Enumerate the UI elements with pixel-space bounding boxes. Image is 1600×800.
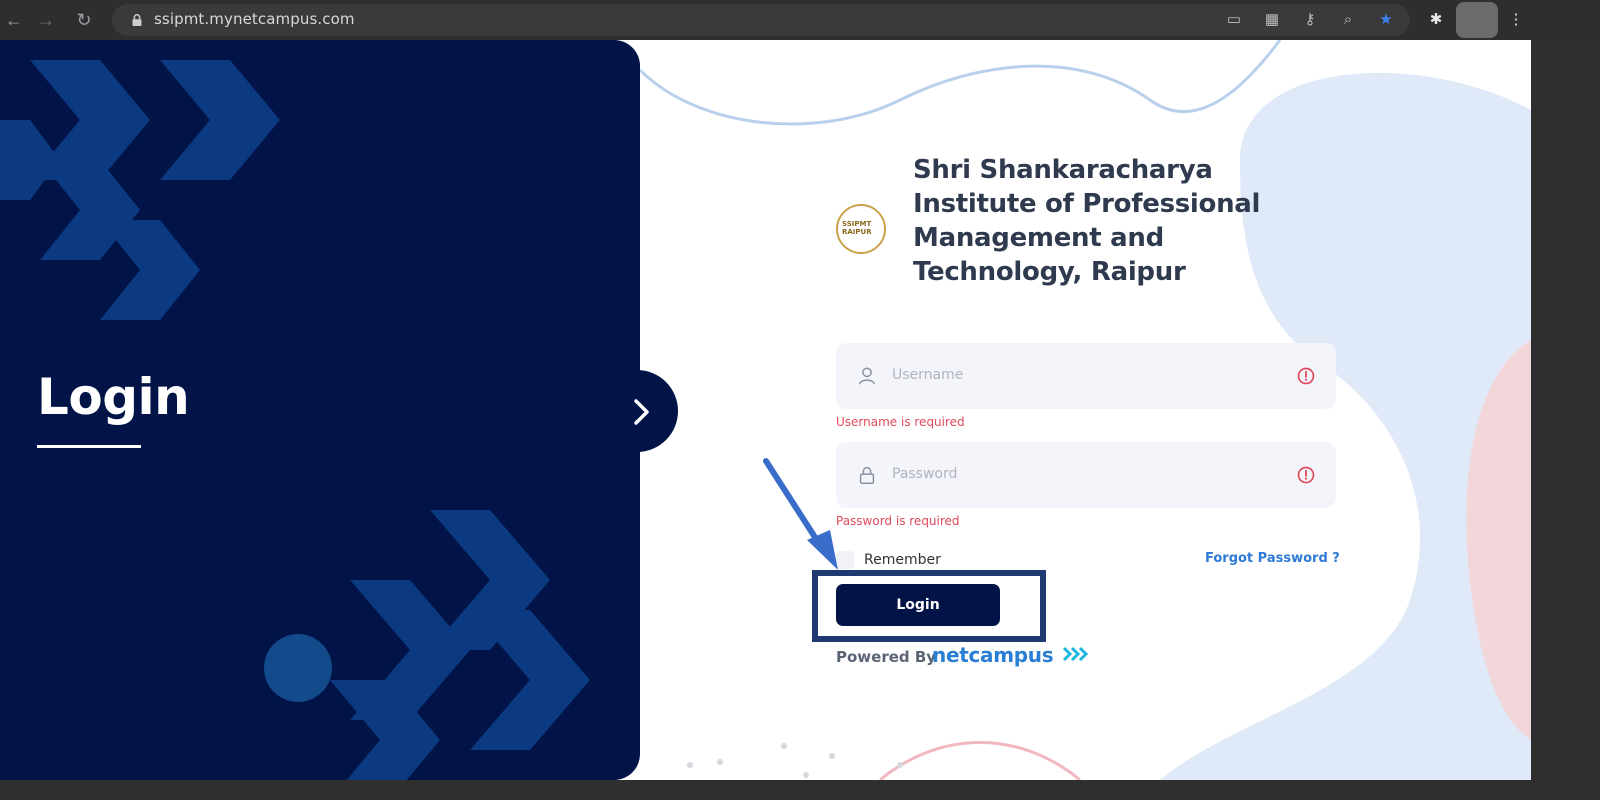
qr-icon[interactable]: ▦ bbox=[1262, 10, 1282, 30]
avatar[interactable] bbox=[1456, 2, 1498, 38]
key-icon[interactable]: ⚷ bbox=[1300, 10, 1320, 30]
username-placeholder: Username bbox=[892, 367, 964, 383]
cast-icon[interactable]: ▭ bbox=[1224, 10, 1244, 30]
remember-label: Remember bbox=[864, 552, 941, 568]
title-underline bbox=[37, 445, 141, 448]
lock-icon bbox=[132, 14, 142, 26]
browser-toolbar: ← → ↻ ssipmt.mynetcampus.com ▭ ▦ ⚷ ⌕ ★ ✱… bbox=[0, 0, 1600, 40]
netcampus-text: netcampus bbox=[932, 643, 1054, 667]
extensions-icon[interactable]: ✱ bbox=[1426, 10, 1446, 30]
url-text[interactable]: ssipmt.mynetcampus.com bbox=[154, 10, 355, 28]
star-icon[interactable]: ★ bbox=[1376, 10, 1396, 30]
password-error: Password is required bbox=[836, 514, 960, 528]
error-icon bbox=[1297, 466, 1315, 484]
institute-logo: SSIPMT RAIPUR bbox=[836, 204, 886, 254]
page: Login SSIPMT RAIPUR Shri Shankaracharya … bbox=[0, 40, 1531, 780]
lock-icon bbox=[859, 466, 875, 484]
institute-name: Shri Shankaracharya Institute of Profess… bbox=[913, 155, 1261, 287]
page-title: Login bbox=[37, 368, 190, 426]
password-field[interactable]: Password bbox=[836, 442, 1336, 508]
reload-icon[interactable]: ↻ bbox=[72, 8, 96, 32]
netcampus-logo: netcampus bbox=[932, 643, 1090, 667]
user-icon bbox=[858, 367, 876, 385]
password-placeholder: Password bbox=[892, 466, 958, 482]
browser-margin-bottom bbox=[0, 780, 1531, 800]
username-field[interactable]: Username bbox=[836, 343, 1336, 409]
powered-by-label: Powered By bbox=[836, 648, 937, 666]
forward-icon[interactable]: → bbox=[34, 8, 58, 32]
error-icon bbox=[1297, 367, 1315, 385]
netcampus-chevrons-icon bbox=[1062, 646, 1089, 662]
forgot-password-link[interactable]: Forgot Password ? bbox=[1205, 551, 1340, 566]
remember-checkbox[interactable] bbox=[836, 551, 854, 569]
menu-icon[interactable]: ⋮ bbox=[1506, 10, 1526, 30]
username-error: Username is required bbox=[836, 415, 965, 429]
chevron-right-icon bbox=[634, 399, 649, 425]
browser-margin-right bbox=[1531, 40, 1600, 800]
back-icon[interactable]: ← bbox=[2, 8, 26, 32]
zoom-icon[interactable]: ⌕ bbox=[1338, 10, 1358, 30]
login-button[interactable]: Login bbox=[836, 584, 1000, 626]
logo-text: SSIPMT RAIPUR bbox=[842, 220, 872, 236]
login-hero-panel: Login bbox=[0, 40, 640, 780]
